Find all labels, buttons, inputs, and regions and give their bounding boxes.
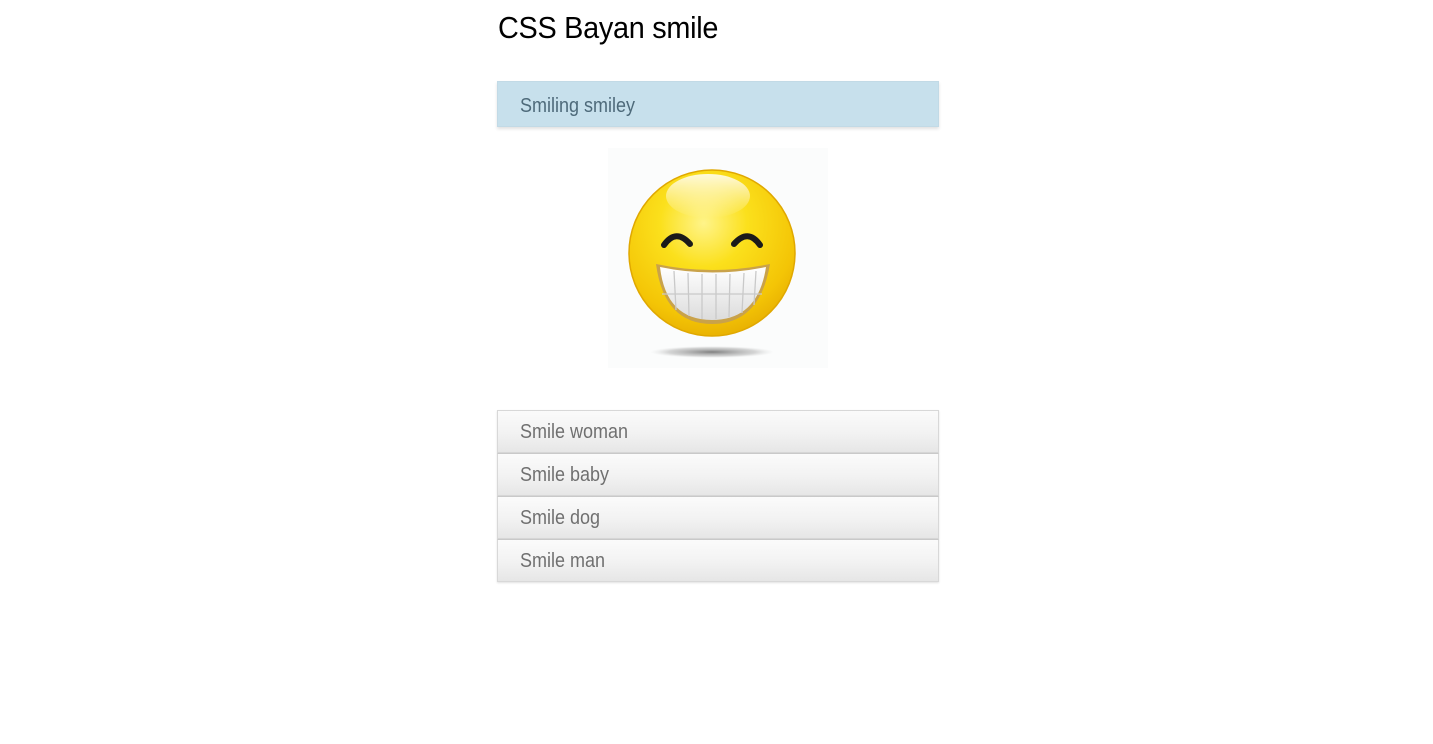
accordion-header-smile-woman[interactable]: Smile woman bbox=[497, 410, 939, 453]
accordion-header-smiling-smiley[interactable]: Smiling smiley bbox=[497, 81, 939, 127]
accordion-open-section: Smiling smiley bbox=[497, 81, 939, 127]
smiley-highlight bbox=[666, 174, 750, 218]
accordion-header-label: Smile woman bbox=[520, 421, 629, 443]
page: CSS Bayan smile Smiling smiley Smile wom… bbox=[0, 0, 1433, 744]
accordion-header-smile-baby[interactable]: Smile baby bbox=[497, 453, 939, 496]
smiley-face-image bbox=[628, 169, 796, 358]
accordion-header-label: Smile dog bbox=[520, 507, 601, 529]
accordion-header-smile-man[interactable]: Smile man bbox=[497, 539, 939, 582]
accordion-header-smile-dog[interactable]: Smile dog bbox=[497, 496, 939, 539]
accordion-closed-sections: Smile woman Smile baby Smile dog Smile m… bbox=[497, 410, 939, 582]
page-title: CSS Bayan smile bbox=[498, 10, 719, 45]
accordion-header-label: Smile baby bbox=[520, 464, 610, 486]
accordion-header-label: Smiling smiley bbox=[520, 95, 636, 117]
accordion-header-label: Smile man bbox=[520, 550, 606, 572]
smiley-shadow bbox=[650, 346, 774, 358]
accordion-panel-content bbox=[608, 148, 828, 368]
